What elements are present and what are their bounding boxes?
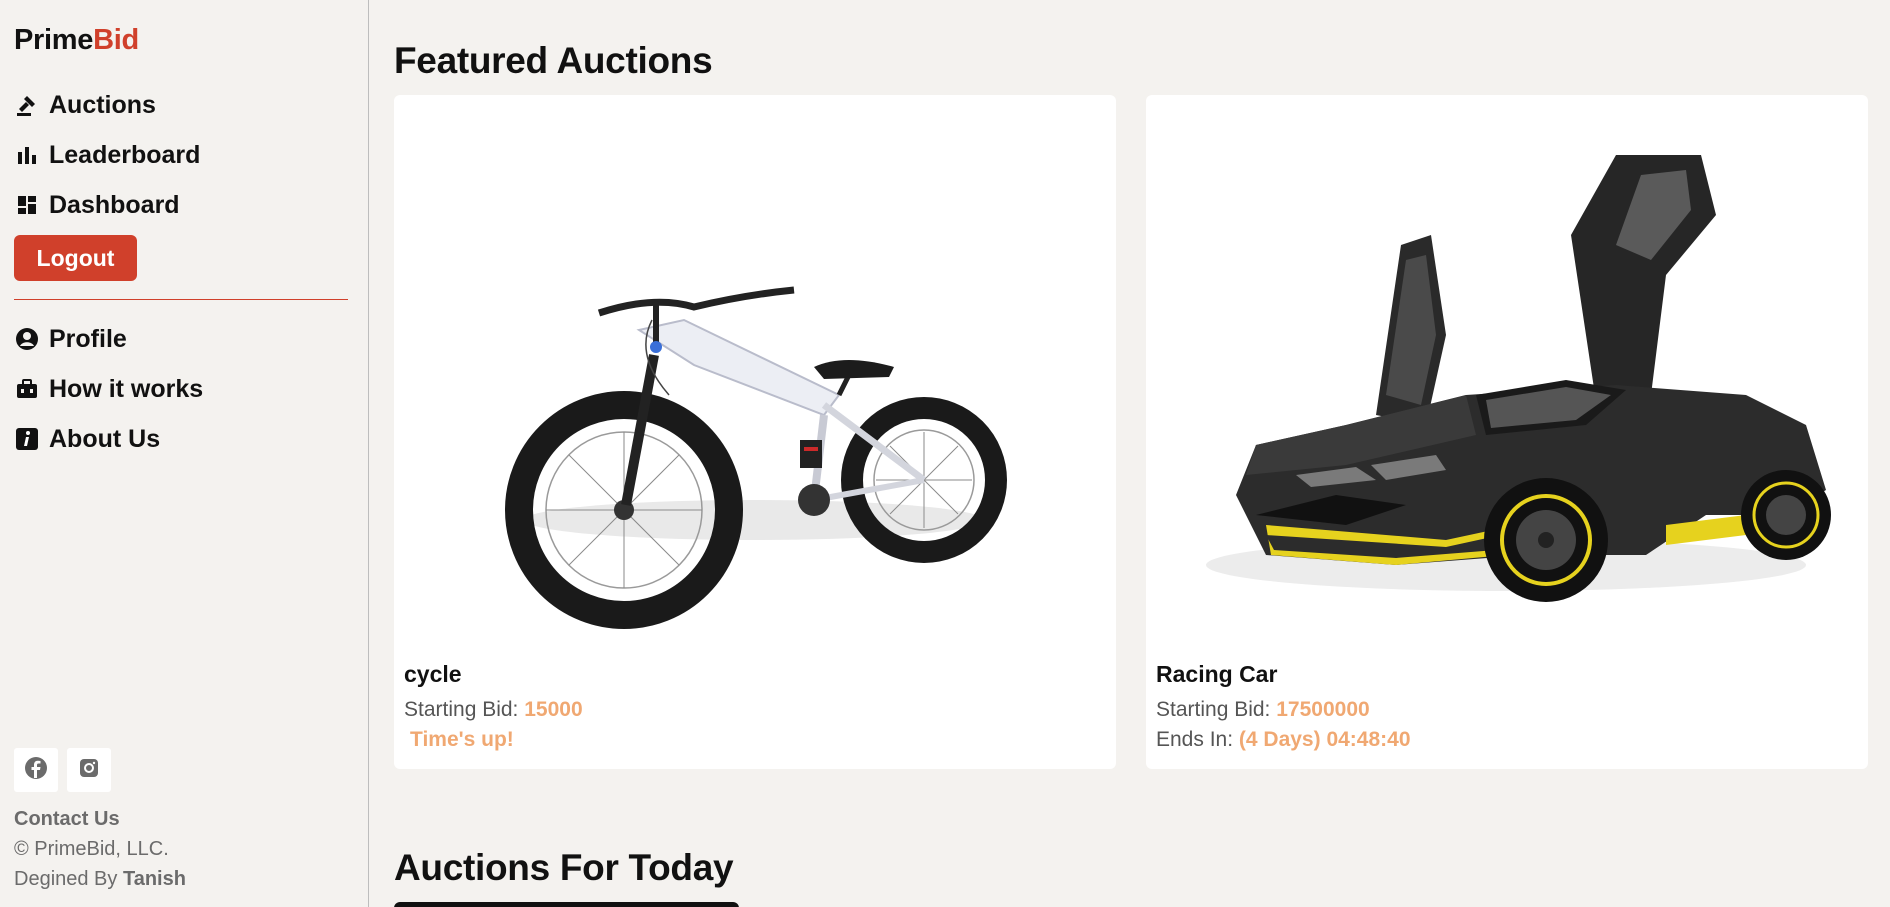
main-nav: Auctions Leaderboard Dashboard xyxy=(14,80,200,230)
auction-card-racing-car[interactable]: Racing Car Starting Bid: 17500000 Ends I… xyxy=(1146,95,1868,769)
bar-chart-icon xyxy=(14,142,40,168)
user-circle-icon xyxy=(14,326,40,352)
contact-us-link[interactable]: Contact Us xyxy=(14,804,186,834)
brand-name-part1: Prime xyxy=(14,24,94,56)
sidebar: PrimeBid Auctions Leaderboard Dashboard … xyxy=(0,0,369,907)
nav-label: Profile xyxy=(49,324,127,353)
card-title: cycle xyxy=(404,661,462,687)
today-card-top[interactable] xyxy=(394,902,739,907)
instagram-button[interactable] xyxy=(67,748,111,792)
nav-item-about-us[interactable]: About Us xyxy=(14,414,203,464)
facebook-button[interactable] xyxy=(14,748,58,792)
brand-logo[interactable]: PrimeBid xyxy=(14,24,139,57)
copyright-text: © PrimeBid, LLC. xyxy=(14,838,169,860)
cycle-image xyxy=(394,95,1116,655)
starting-bid-value: 17500000 xyxy=(1276,698,1370,721)
designed-by-name: Tanish xyxy=(122,868,186,890)
designed-by-prefix: Degined By xyxy=(14,868,118,890)
nav-label: About Us xyxy=(49,424,161,453)
starting-bid-value: 15000 xyxy=(524,698,583,721)
card-title: Racing Car xyxy=(1156,661,1278,687)
sidebar-footer: Contact Us © PrimeBid, LLC. Degined By T… xyxy=(14,804,186,894)
logout-button[interactable]: Logout xyxy=(14,235,137,281)
nav-item-auctions[interactable]: Auctions xyxy=(14,80,200,130)
ends-in-value: (4 Days) 04:48:40 xyxy=(1238,728,1411,751)
designed-by: Degined By Tanish xyxy=(14,864,186,894)
dashboard-icon xyxy=(14,192,40,218)
auction-card-cycle[interactable]: cycle Starting Bid: 15000 Time's up! xyxy=(394,95,1116,769)
main-content: Featured Auctions cycle Starting Bid: 15… xyxy=(370,0,1890,907)
featured-auctions-title: Featured Auctions xyxy=(394,40,713,81)
social-links xyxy=(14,748,111,792)
starting-bid-label: Starting Bid: xyxy=(404,698,519,721)
starting-bid-label: Starting Bid: xyxy=(1156,698,1271,721)
nav-label: Auctions xyxy=(49,90,156,119)
ends-in: Ends In: (4 Days) 04:48:40 xyxy=(1156,728,1411,752)
status-text: Time's up! xyxy=(410,728,514,751)
briefcase-icon xyxy=(14,376,40,402)
brand-name-part2: Bid xyxy=(93,24,139,56)
starting-bid: Starting Bid: 17500000 xyxy=(1156,698,1370,722)
nav-label: Leaderboard xyxy=(49,140,201,169)
gavel-icon xyxy=(14,92,40,118)
nav-item-how-it-works[interactable]: How it works xyxy=(14,364,203,414)
nav-label: Dashboard xyxy=(49,190,180,219)
facebook-icon xyxy=(24,756,48,785)
racing-car-image xyxy=(1146,95,1868,655)
starting-bid: Starting Bid: 15000 xyxy=(404,698,583,722)
nav-item-profile[interactable]: Profile xyxy=(14,314,203,364)
auction-status: Time's up! xyxy=(404,728,514,752)
ends-in-label: Ends In: xyxy=(1156,728,1234,751)
sidebar-divider xyxy=(14,299,348,300)
nav-item-leaderboard[interactable]: Leaderboard xyxy=(14,130,200,180)
nav-item-dashboard[interactable]: Dashboard xyxy=(14,180,200,230)
secondary-nav: Profile How it works About Us xyxy=(14,314,203,464)
instagram-icon xyxy=(78,757,100,784)
nav-label: How it works xyxy=(49,374,204,403)
auctions-for-today-title: Auctions For Today xyxy=(394,847,734,888)
info-icon xyxy=(14,426,40,452)
